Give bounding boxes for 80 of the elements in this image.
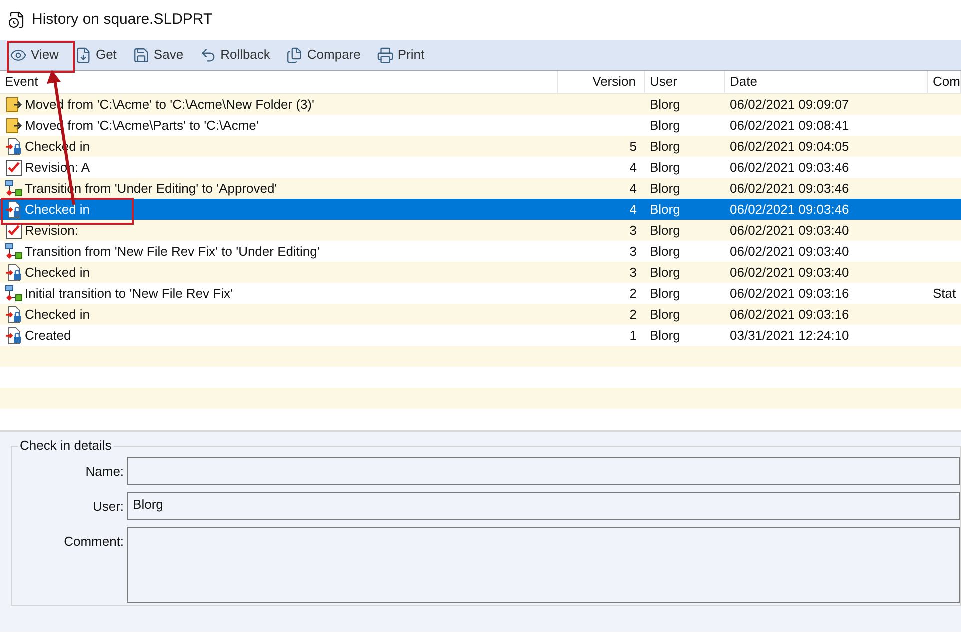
table-cell-text: 2 [630, 306, 637, 324]
download-icon [74, 46, 92, 64]
field-label: Comment: [63, 533, 126, 551]
table-cell-text: 4 [630, 158, 637, 177]
table-cell-text: 03/31/2021 12:24:10 [730, 326, 850, 345]
input-field[interactable] [127, 457, 960, 485]
field-label: Name: [84, 463, 126, 481]
document-lock-icon [5, 326, 23, 344]
table-cell-text: Checked in [25, 264, 90, 282]
table-row[interactable]: Revision: 3 Blorg 06/02/2021 09:03:40 [0, 220, 961, 241]
table-cell-text: 2 [630, 284, 637, 303]
table-cell-text: Blorg [650, 306, 680, 324]
table-cell-text: Initial transition to 'New File Rev Fix' [25, 284, 233, 303]
column-header[interactable]: User [645, 71, 725, 93]
table-cell-text: Checked in [25, 200, 90, 219]
table-cell-text: 4 [630, 180, 637, 198]
table-row[interactable]: Checked in 4 Blorg 06/02/2021 09:03:46 [0, 199, 961, 220]
table-cell-text: 3 [630, 264, 637, 282]
undo-arrow-icon [200, 46, 217, 64]
window-title: History on square.SLDPRT [32, 10, 213, 30]
table-cell-text: 3 [630, 222, 637, 240]
table-cell-text: Blorg [650, 200, 680, 219]
table-cell-text: 06/02/2021 09:03:46 [730, 180, 850, 198]
table-cell-text: Blorg [650, 242, 680, 261]
toolbar-button[interactable]: Compare [284, 43, 363, 67]
table-cell-text: Blorg [650, 264, 680, 282]
table-cell-text: Stat [933, 284, 956, 303]
table-cell-text: 06/02/2021 09:03:40 [730, 222, 850, 240]
document-clock-icon [8, 11, 26, 29]
toolbar-button[interactable]: Rollback [198, 43, 272, 67]
workflow-icon [5, 284, 23, 302]
table-cell-text: Revision: [25, 222, 78, 240]
table-row[interactable]: Checked in 3 Blorg 06/02/2021 09:03:40 [0, 262, 961, 283]
checkmark-icon [5, 158, 23, 176]
table-cell-text: 06/02/2021 09:09:07 [730, 96, 850, 114]
table-cell-text: 4 [630, 200, 637, 219]
table-cell-text: Blorg [650, 158, 680, 177]
table-cell-text: 06/02/2021 09:03:16 [730, 284, 850, 303]
document-lock-icon [5, 264, 23, 282]
comment-field[interactable] [127, 527, 960, 603]
workflow-icon [5, 180, 23, 198]
input-field[interactable]: Blorg [127, 492, 960, 520]
document-lock-icon [5, 200, 23, 218]
document-lock-icon [5, 306, 23, 324]
table-cell-text: 06/02/2021 09:03:40 [730, 264, 850, 282]
column-header[interactable]: Com [928, 71, 961, 93]
toolbar-button[interactable]: Save [130, 43, 186, 67]
table-cell-text: 1 [630, 326, 637, 345]
table-cell-text: Blorg [650, 326, 680, 345]
table-cell-text: 5 [630, 138, 637, 156]
table-cell-text: Blorg [650, 116, 680, 135]
table-cell-text: Blorg [650, 284, 680, 303]
table-cell-text: Blorg [650, 222, 680, 240]
table-cell-text: Blorg [650, 180, 680, 198]
table-cell-text: 06/02/2021 09:03:40 [730, 242, 850, 261]
table-cell-text: 06/02/2021 09:03:46 [730, 158, 850, 177]
table-cell-text: Transition from 'New File Rev Fix' to 'Under Editing' [25, 242, 320, 261]
table-cell-text: Blorg [650, 96, 680, 114]
documents-icon [286, 46, 304, 64]
column-header[interactable]: Version [558, 71, 645, 93]
table-cell-text: 3 [630, 242, 637, 261]
printer-icon [376, 46, 394, 64]
table-cell-text: 06/02/2021 09:08:41 [730, 116, 850, 135]
document-lock-icon [5, 138, 23, 156]
table-cell-text: Created [25, 326, 72, 345]
toolbar-button[interactable]: Print [374, 43, 427, 67]
table-cell-text: 06/02/2021 09:03:16 [730, 306, 850, 324]
table-cell-text: Checked in [25, 306, 90, 324]
folder-arrow-icon [5, 116, 23, 134]
highlight-frame [7, 41, 75, 73]
column-header[interactable]: Date [725, 71, 928, 93]
table-cell-text: Blorg [650, 138, 680, 156]
table-cell-text: 06/02/2021 09:03:46 [730, 200, 850, 219]
table-row[interactable]: Checked in 2 Blorg 06/02/2021 09:03:16 [0, 304, 961, 325]
field-label: User: [92, 498, 126, 516]
table-cell-text: 06/02/2021 09:04:05 [730, 138, 850, 156]
folder-arrow-icon [5, 96, 23, 114]
workflow-icon [5, 242, 23, 260]
toolbar-button[interactable]: View [8, 43, 61, 67]
toolbar-button[interactable]: Get [72, 43, 119, 67]
